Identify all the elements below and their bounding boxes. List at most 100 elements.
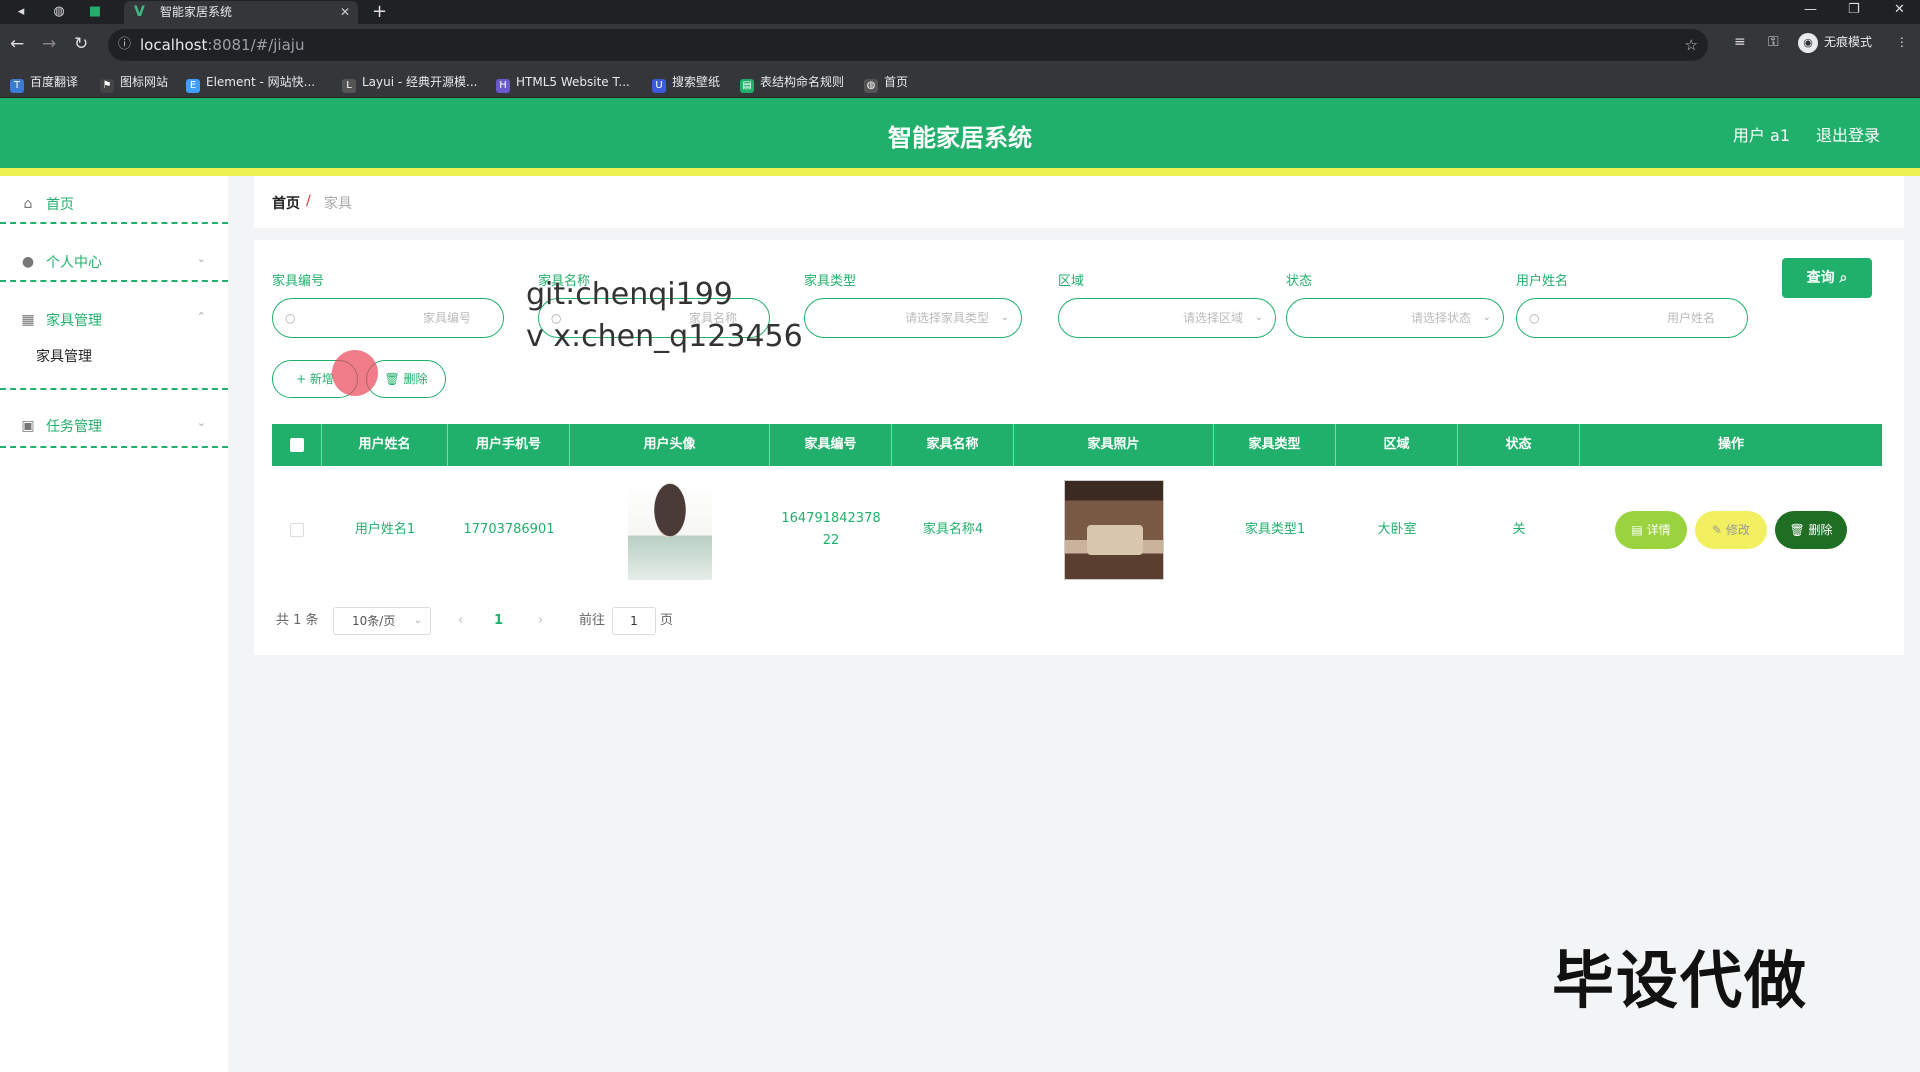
- element-icon: E: [186, 79, 200, 93]
- sidebar-item-tasks[interactable]: ▣ 任务管理 ⌄: [0, 402, 228, 452]
- column-header: 用户手机号: [448, 424, 570, 466]
- breadcrumb-home[interactable]: 首页: [272, 193, 300, 213]
- query-button[interactable]: 查询 ⌕: [1782, 258, 1872, 298]
- bookmark-item[interactable]: H HTML5 Website T...: [496, 74, 630, 93]
- cell-furniture-photo: [1014, 466, 1214, 594]
- table-icon: ▤: [740, 79, 754, 93]
- minimize-icon[interactable]: —: [1804, 0, 1817, 20]
- back-icon[interactable]: ←: [10, 34, 24, 54]
- cell-actions: ▤ 详情 ✎ 修改 🗑 删除: [1580, 466, 1882, 594]
- restore-icon[interactable]: ❐: [1848, 0, 1860, 20]
- new-tab-icon[interactable]: +: [372, 0, 387, 24]
- reload-icon[interactable]: ↻: [74, 34, 88, 54]
- sidebar-item-furniture[interactable]: ▦ 家具管理 ⌃: [0, 296, 228, 346]
- bookmark-item[interactable]: U 搜索壁纸: [652, 74, 720, 93]
- table-header: 用户姓名 用户手机号 用户头像 家具编号 家具名称 家具照片 家具类型 区域 状…: [272, 424, 1882, 466]
- cell-area: 大卧室: [1377, 522, 1417, 537]
- status-select[interactable]: 请选择状态 ⌄: [1286, 298, 1504, 338]
- filter-label: 用户姓名: [1516, 274, 1569, 289]
- goto-label: 前往: [579, 613, 606, 628]
- cell-username: 用户姓名1: [354, 522, 416, 537]
- sidebar-divider: [0, 222, 228, 224]
- chevron-down-icon: ⌄: [196, 416, 206, 429]
- row-checkbox[interactable]: [272, 466, 322, 594]
- cursor-highlight: [332, 350, 378, 396]
- username-input[interactable]: ○ 用户姓名: [1516, 298, 1748, 338]
- page-size-select[interactable]: 10条/页 ⌄: [333, 607, 431, 635]
- incognito-label: 无痕模式: [1824, 35, 1873, 49]
- app-icon[interactable]: ■: [86, 3, 104, 21]
- bookmark-star-icon[interactable]: ☆: [1685, 29, 1698, 61]
- close-tab-icon[interactable]: ✕: [340, 1, 350, 24]
- detail-button[interactable]: ▤ 详情: [1615, 511, 1687, 549]
- bookmark-item[interactable]: ⚑ 图标网站: [100, 74, 168, 93]
- task-icon: ▣: [21, 418, 35, 434]
- area-select[interactable]: 请选择区域 ⌄: [1058, 298, 1276, 338]
- globe-icon[interactable]: ◍: [50, 3, 68, 21]
- logout-link[interactable]: 退出登录: [1816, 122, 1880, 146]
- chevron-down-icon: ⌄: [1482, 312, 1491, 323]
- prev-page-icon[interactable]: ‹: [458, 609, 463, 633]
- column-header: 区域: [1336, 424, 1458, 466]
- chevron-down-icon: ⌄: [1254, 312, 1263, 323]
- address-bar: ← → ↻ ⓘ localhost:8081/#/jiaju ☆: [0, 24, 1920, 66]
- breadcrumb-separator: /: [306, 193, 311, 209]
- delete-button[interactable]: 🗑 删除: [1775, 511, 1847, 549]
- translate-icon: T: [10, 79, 24, 93]
- cell-furniture-name: 家具名称4: [922, 522, 984, 537]
- goto-page-input[interactable]: 1: [612, 607, 656, 635]
- bookmark-item[interactable]: ◍ 首页: [864, 74, 908, 93]
- bookmark-item[interactable]: E Element - 网站快...: [186, 74, 315, 93]
- column-header: 家具名称: [892, 424, 1014, 466]
- select-all-checkbox[interactable]: [272, 424, 322, 466]
- column-header: 家具编号: [770, 424, 892, 466]
- url-host: localhost: [140, 36, 208, 54]
- cell-avatar: [570, 466, 770, 594]
- chevron-down-icon: ⌄: [413, 615, 422, 626]
- search-icon: ○: [1529, 311, 1540, 325]
- furniture-photo-image[interactable]: [1064, 480, 1164, 580]
- incognito-indicator[interactable]: ◉ 无痕模式 ⋮: [1798, 31, 1908, 53]
- bookmark-item[interactable]: L Layui - 经典开源模...: [342, 74, 477, 93]
- reading-list-icon[interactable]: ≡: [1734, 34, 1746, 50]
- sidebar-subitem-furniture-manage[interactable]: 家具管理: [36, 346, 92, 366]
- furniture-no-input[interactable]: ○ 家具编号: [272, 298, 504, 338]
- incognito-icon: ◉: [1798, 33, 1818, 53]
- furniture-type-select[interactable]: 请选择家具类型 ⌄: [804, 298, 1022, 338]
- browser-tab-bar: ◂ ◍ ■ V 智能家居系统 ✕ + — ❐ ✕: [0, 0, 1920, 24]
- watermark-text: 毕设代做: [1552, 944, 1809, 1017]
- edit-button[interactable]: ✎ 修改: [1695, 511, 1767, 549]
- breadcrumb-current: 家具: [324, 196, 352, 212]
- bookmark-item[interactable]: ▤ 表结构命名规则: [740, 74, 844, 93]
- menu-dots-icon[interactable]: ⋮: [1896, 35, 1908, 49]
- flag-icon: ⚑: [100, 79, 114, 93]
- batch-delete-button[interactable]: 🗑 删除: [366, 360, 446, 398]
- globe-icon: ◍: [864, 79, 878, 93]
- forward-icon[interactable]: →: [42, 34, 56, 54]
- user-avatar-image[interactable]: [628, 480, 712, 580]
- url-path: :8081/#/jiaju: [207, 36, 305, 54]
- chevron-down-icon: ⌄: [196, 252, 206, 265]
- cell-furniture-no: 164791842378 22: [781, 511, 881, 548]
- goto-suffix: 页: [660, 613, 674, 628]
- bookmark-item[interactable]: T 百度翻译: [10, 74, 78, 93]
- filter-label: 状态: [1286, 274, 1313, 289]
- wallpaper-icon: U: [652, 79, 666, 93]
- page-number-current[interactable]: 1: [494, 609, 503, 633]
- user-icon: ●: [21, 254, 35, 270]
- grid-icon: ▦: [21, 312, 35, 328]
- site-info-icon[interactable]: ⓘ: [118, 29, 131, 61]
- next-page-icon[interactable]: ›: [538, 609, 543, 633]
- breadcrumb: 首页 / 家具: [254, 176, 1904, 228]
- sidebar: ⌂ 首页 ● 个人中心 ⌄ ▦ 家具管理 ⌃ 家具管理 ▣ 任务管理 ⌄: [0, 176, 228, 1072]
- chevron-up-icon: ⌃: [196, 310, 206, 323]
- key-icon[interactable]: ⚿: [1768, 34, 1779, 50]
- browser-tab[interactable]: V 智能家居系统 ✕: [124, 1, 358, 24]
- audio-icon[interactable]: ◂: [12, 3, 30, 21]
- filter-label: 区域: [1058, 274, 1085, 289]
- close-window-icon[interactable]: ✕: [1894, 0, 1905, 20]
- column-header: 状态: [1458, 424, 1580, 466]
- overlay-text: git:chenqi199 v x:chen_q123456: [526, 277, 803, 354]
- url-input[interactable]: ⓘ localhost:8081/#/jiaju ☆: [108, 29, 1708, 61]
- current-user: 用户 a1: [1732, 126, 1790, 145]
